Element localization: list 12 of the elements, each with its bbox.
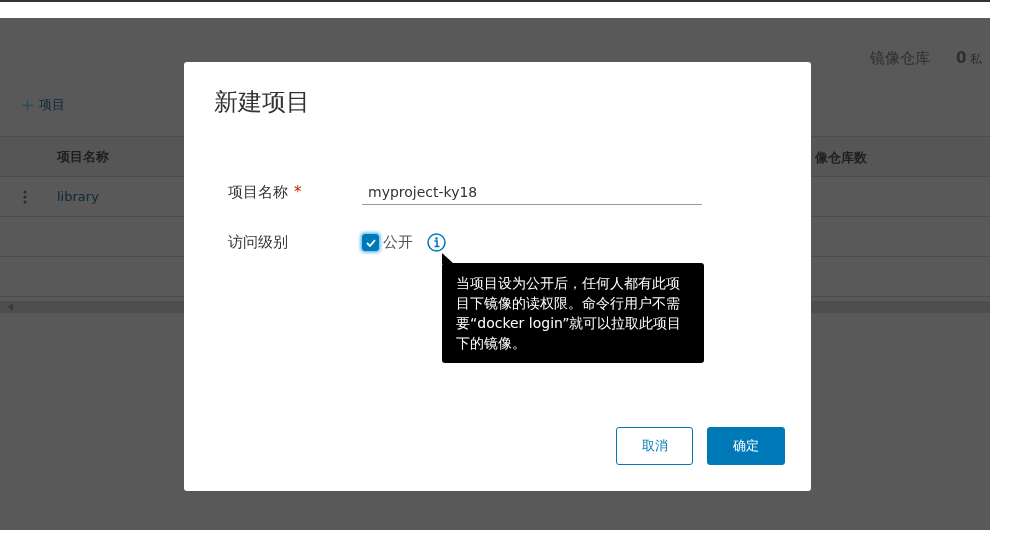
checkbox-label: 公开 bbox=[383, 233, 413, 252]
plus-icon bbox=[22, 99, 33, 111]
cancel-button[interactable]: 取消 bbox=[616, 427, 693, 465]
info-icon[interactable] bbox=[427, 233, 446, 252]
confirm-button[interactable]: 确定 bbox=[707, 427, 785, 465]
field-label: 访问级别 bbox=[228, 233, 288, 252]
field-label: 项目名称 bbox=[228, 183, 288, 202]
required-mark: * bbox=[294, 183, 302, 202]
tooltip: 当项目设为公开后，任何人都有此项目下镜像的读权限。命令行用户不需要“docker login”就可以拉取此项目下的镜像。 bbox=[442, 263, 704, 363]
check-icon bbox=[365, 238, 376, 247]
dialog-title: 新建项目 bbox=[214, 87, 311, 118]
public-checkbox[interactable] bbox=[362, 234, 379, 251]
